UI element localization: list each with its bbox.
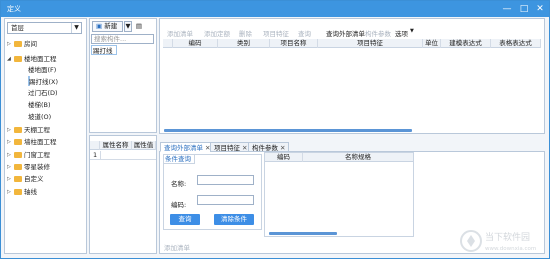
- floor-select[interactable]: 首层 ▼: [7, 22, 82, 34]
- title-bar: 定义 — □ ✕: [1, 1, 549, 17]
- code-header: 编码: [173, 39, 218, 48]
- floor-select-value: 首层: [11, 24, 24, 32]
- collapsed-toggle-icon[interactable]: ▷: [7, 174, 11, 184]
- tab-label: 查询外部清单: [164, 144, 203, 152]
- folder-icon: [14, 41, 22, 47]
- search-button[interactable]: 查询: [170, 214, 200, 225]
- collapsed-toggle-icon[interactable]: ▷: [7, 162, 11, 172]
- code-label: 编码:: [171, 201, 187, 209]
- table-expr-header: 表格表达式: [491, 39, 541, 48]
- downxia-watermark-logo: 当下软件园 www.downxia.com: [460, 230, 536, 252]
- unit-header: 单位: [423, 39, 441, 48]
- modeling-expr-header: 建模表达式: [441, 39, 491, 48]
- column-divider: [100, 151, 101, 160]
- tab-query-external-list[interactable]: 查询外部清单 ✕: [160, 142, 215, 152]
- property-value-header: 属性值: [132, 141, 156, 150]
- tree-item-label: 踢打线(X): [29, 78, 59, 86]
- close-button[interactable]: ✕: [532, 1, 548, 17]
- query-results-table: [264, 152, 414, 237]
- component-search-input[interactable]: 搜索构件...: [91, 34, 154, 44]
- tree-item-label: 过门石(D): [28, 89, 58, 97]
- folder-icon: [14, 127, 22, 133]
- item-name-header: 项目名称: [270, 39, 318, 48]
- chevron-down-icon: ▼: [71, 23, 81, 33]
- folder-icon: [14, 189, 22, 195]
- list-table-header: 编码 类别 项目名称 项目特征 单位 建模表达式 表格表达式: [163, 39, 541, 48]
- new-button[interactable]: ▣ 新建: [92, 21, 123, 32]
- property-name-header: 属性名称: [100, 141, 132, 150]
- toolbar-delete-button[interactable]: 删除: [239, 28, 252, 38]
- folder-icon: [14, 152, 22, 158]
- horizontal-scrollbar[interactable]: [164, 129, 412, 132]
- minimize-button[interactable]: —: [499, 1, 515, 17]
- name-label: 名称:: [171, 180, 187, 188]
- watermark-title: 当下软件园: [485, 231, 530, 243]
- add-list-button[interactable]: 添加清单: [164, 242, 190, 252]
- component-item[interactable]: 踢打线: [91, 45, 117, 55]
- tree-item-label: 零星装修: [24, 163, 50, 171]
- row-number: 1: [93, 151, 98, 159]
- tab-close-icon[interactable]: ✕: [242, 144, 247, 152]
- expanded-toggle-icon[interactable]: ◢: [7, 54, 11, 64]
- watermark-url: www.downxia.com: [485, 246, 536, 252]
- tab-component-param[interactable]: 构件参数 ✕: [248, 142, 290, 152]
- tree-item-label: 门窗工程: [24, 151, 50, 159]
- options-chevron-down-icon: ▼: [410, 28, 414, 34]
- results-name-header: 名称规格: [345, 153, 371, 161]
- new-button-label: 新建: [104, 22, 118, 30]
- tree-item-label: 轴线: [24, 188, 37, 196]
- toolbar-item-feature-button[interactable]: 项目特征: [263, 28, 289, 38]
- properties-header: 属性名称 属性值: [90, 141, 156, 150]
- new-dropdown-button[interactable]: ▼: [124, 21, 132, 32]
- row-number-header: [90, 141, 100, 150]
- tab-item-feature[interactable]: 项目特征 ✕: [210, 142, 252, 152]
- folder-icon: [14, 176, 22, 182]
- tree-item-label: 坡道(O): [28, 113, 52, 121]
- collapsed-toggle-icon[interactable]: ▷: [7, 187, 11, 197]
- category-header: 类别: [218, 39, 270, 48]
- results-header: 编码 名称规格: [265, 153, 413, 162]
- tree-child-item[interactable]: 踢打线(X): [28, 76, 58, 86]
- name-input[interactable]: [197, 175, 254, 185]
- results-code-header: 编码: [265, 153, 303, 162]
- tree-item-label: 楼地面(F): [28, 66, 57, 74]
- toolbar-add-quota-button[interactable]: 添加定额: [204, 28, 230, 38]
- tree-item-label: 房间: [24, 40, 37, 48]
- tree-item-label: 自定义: [24, 175, 44, 183]
- collapsed-toggle-icon[interactable]: ▷: [7, 150, 11, 160]
- tree-item-label: 楼梯(B): [28, 101, 51, 109]
- clear-conditions-button[interactable]: 清除条件: [214, 214, 254, 225]
- tab-label: 构件参数: [252, 144, 278, 152]
- new-file-icon: ▣: [96, 22, 103, 30]
- tab-close-icon[interactable]: ✕: [280, 144, 285, 152]
- condition-query-group: 条件查询: [163, 154, 195, 164]
- folder-icon: [14, 56, 22, 62]
- collapsed-toggle-icon[interactable]: ▷: [7, 39, 11, 49]
- folder-icon: [14, 139, 22, 145]
- toolbar-query-external-list-button[interactable]: 查询外部清单: [326, 28, 365, 38]
- toolbar-component-param-button[interactable]: 构件参数: [365, 28, 391, 38]
- tree-item-label: 墙柱面工程: [24, 138, 57, 146]
- copy-icon[interactable]: ▤: [134, 21, 144, 32]
- window-title: 定义: [7, 5, 21, 13]
- toolbar-options-button[interactable]: 选项: [395, 28, 408, 38]
- collapsed-toggle-icon[interactable]: ▷: [7, 125, 11, 135]
- tab-label: 项目特征: [214, 144, 240, 152]
- toolbar-query-button[interactable]: 查询: [298, 28, 311, 38]
- item-feature-header: 项目特征: [318, 39, 423, 48]
- component-item-label: 踢打线: [93, 47, 113, 55]
- tree-item-label: 楼地面工程: [24, 55, 57, 63]
- table-row-number-header: [163, 39, 173, 48]
- toolbar-add-list-button[interactable]: 添加清单: [167, 28, 193, 38]
- property-row[interactable]: 1: [90, 151, 156, 160]
- collapsed-toggle-icon[interactable]: ▷: [7, 137, 11, 147]
- tree-item-label: 天棚工程: [24, 126, 50, 134]
- code-input[interactable]: [197, 195, 254, 205]
- results-scrollbar[interactable]: [269, 232, 337, 235]
- folder-icon: [14, 164, 22, 170]
- maximize-button[interactable]: □: [516, 1, 532, 17]
- definition-window: 定义 — □ ✕ 首层 ▼ ▷ 房间 ◢ 楼地面工程楼地面(F) 踢打线(X) 过门石(D…: [0, 0, 550, 259]
